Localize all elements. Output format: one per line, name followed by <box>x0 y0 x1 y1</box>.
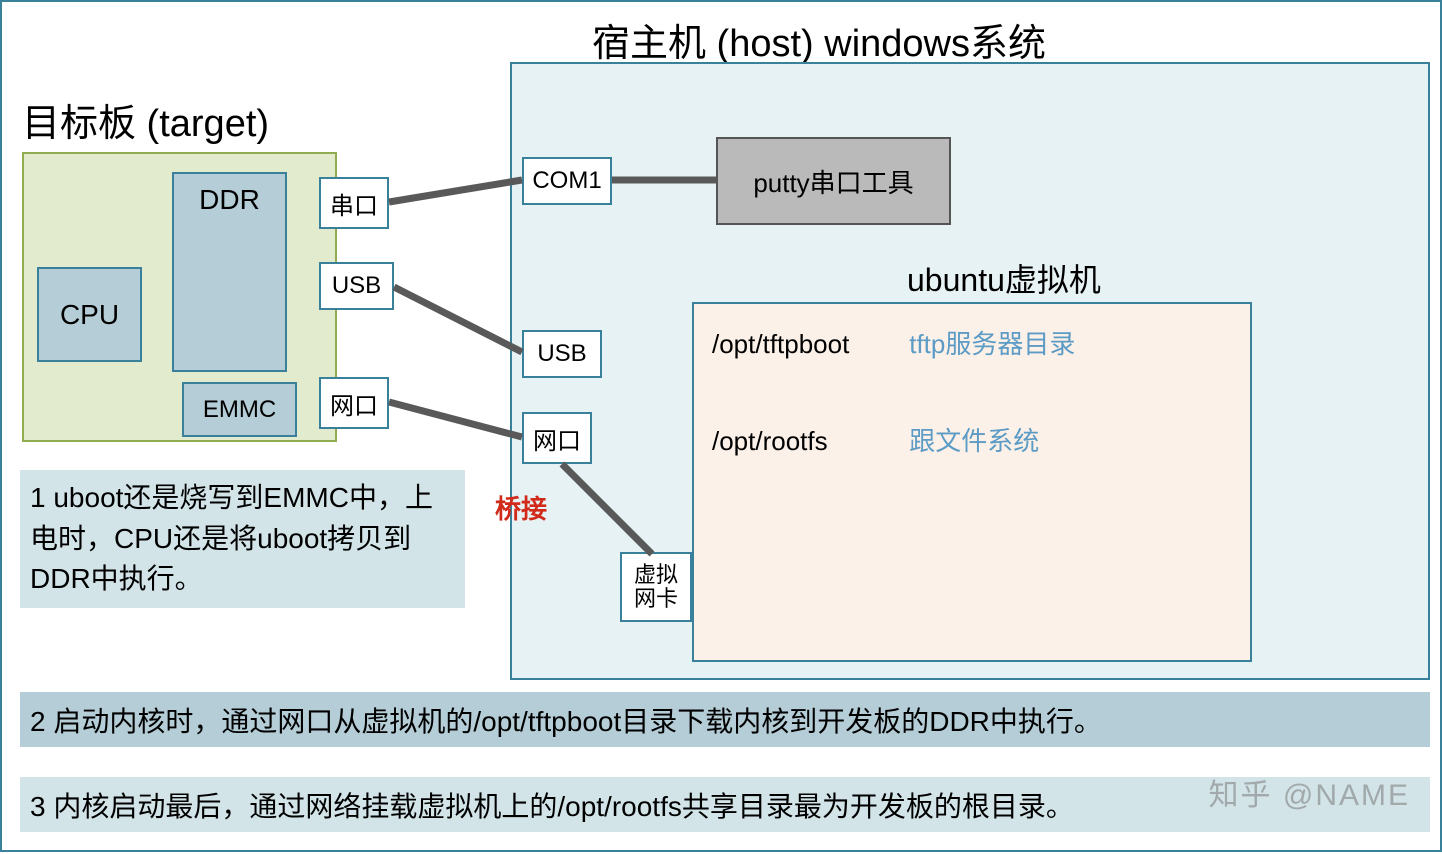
bridge-label: 桥接 <box>495 489 547 526</box>
vm-box: /opt/tftpboot tftp服务器目录 /opt/rootfs 跟文件系… <box>692 302 1252 662</box>
target-serial-port: 串口 <box>319 177 389 229</box>
vm-title: ubuntu虚拟机 <box>907 255 1101 301</box>
virtual-nic-box: 虚拟 网卡 <box>620 552 692 622</box>
vm-rootfs-desc: 跟文件系统 <box>909 426 1039 456</box>
host-com1-port: COM1 <box>522 157 612 205</box>
emmc-box: EMMC <box>182 382 297 437</box>
virt-nic-line1: 虚拟 <box>634 563 678 587</box>
target-title: 目标板 (target) <box>22 92 269 147</box>
cpu-box: CPU <box>37 267 142 362</box>
host-usb-port: USB <box>522 330 602 378</box>
note-2: 2 启动内核时，通过网口从虚拟机的/opt/tftpboot目录下载内核到开发板… <box>20 692 1430 747</box>
vm-row-tftp: /opt/tftpboot tftp服务器目录 <box>712 324 1232 361</box>
target-usb-port: USB <box>319 262 394 310</box>
virt-nic-line2: 网卡 <box>634 587 678 611</box>
host-title: 宿主机 (host) windows系统 <box>592 12 1046 67</box>
vm-rootfs-path: /opt/rootfs <box>712 426 902 457</box>
vm-tftp-desc: tftp服务器目录 <box>909 329 1075 359</box>
diagram-canvas: 目标板 (target) 宿主机 (host) windows系统 CPU DD… <box>0 0 1442 852</box>
ddr-box: DDR <box>172 172 287 372</box>
host-net-port: 网口 <box>522 412 592 464</box>
watermark: 知乎 @NAME <box>1209 770 1410 814</box>
putty-box: putty串口工具 <box>716 137 951 225</box>
target-net-port: 网口 <box>319 377 389 429</box>
vm-tftp-path: /opt/tftpboot <box>712 329 902 360</box>
note-1: 1 uboot还是烧写到EMMC中，上电时，CPU还是将uboot拷贝到DDR中… <box>20 470 465 608</box>
vm-row-rootfs: /opt/rootfs 跟文件系统 <box>712 421 1232 458</box>
